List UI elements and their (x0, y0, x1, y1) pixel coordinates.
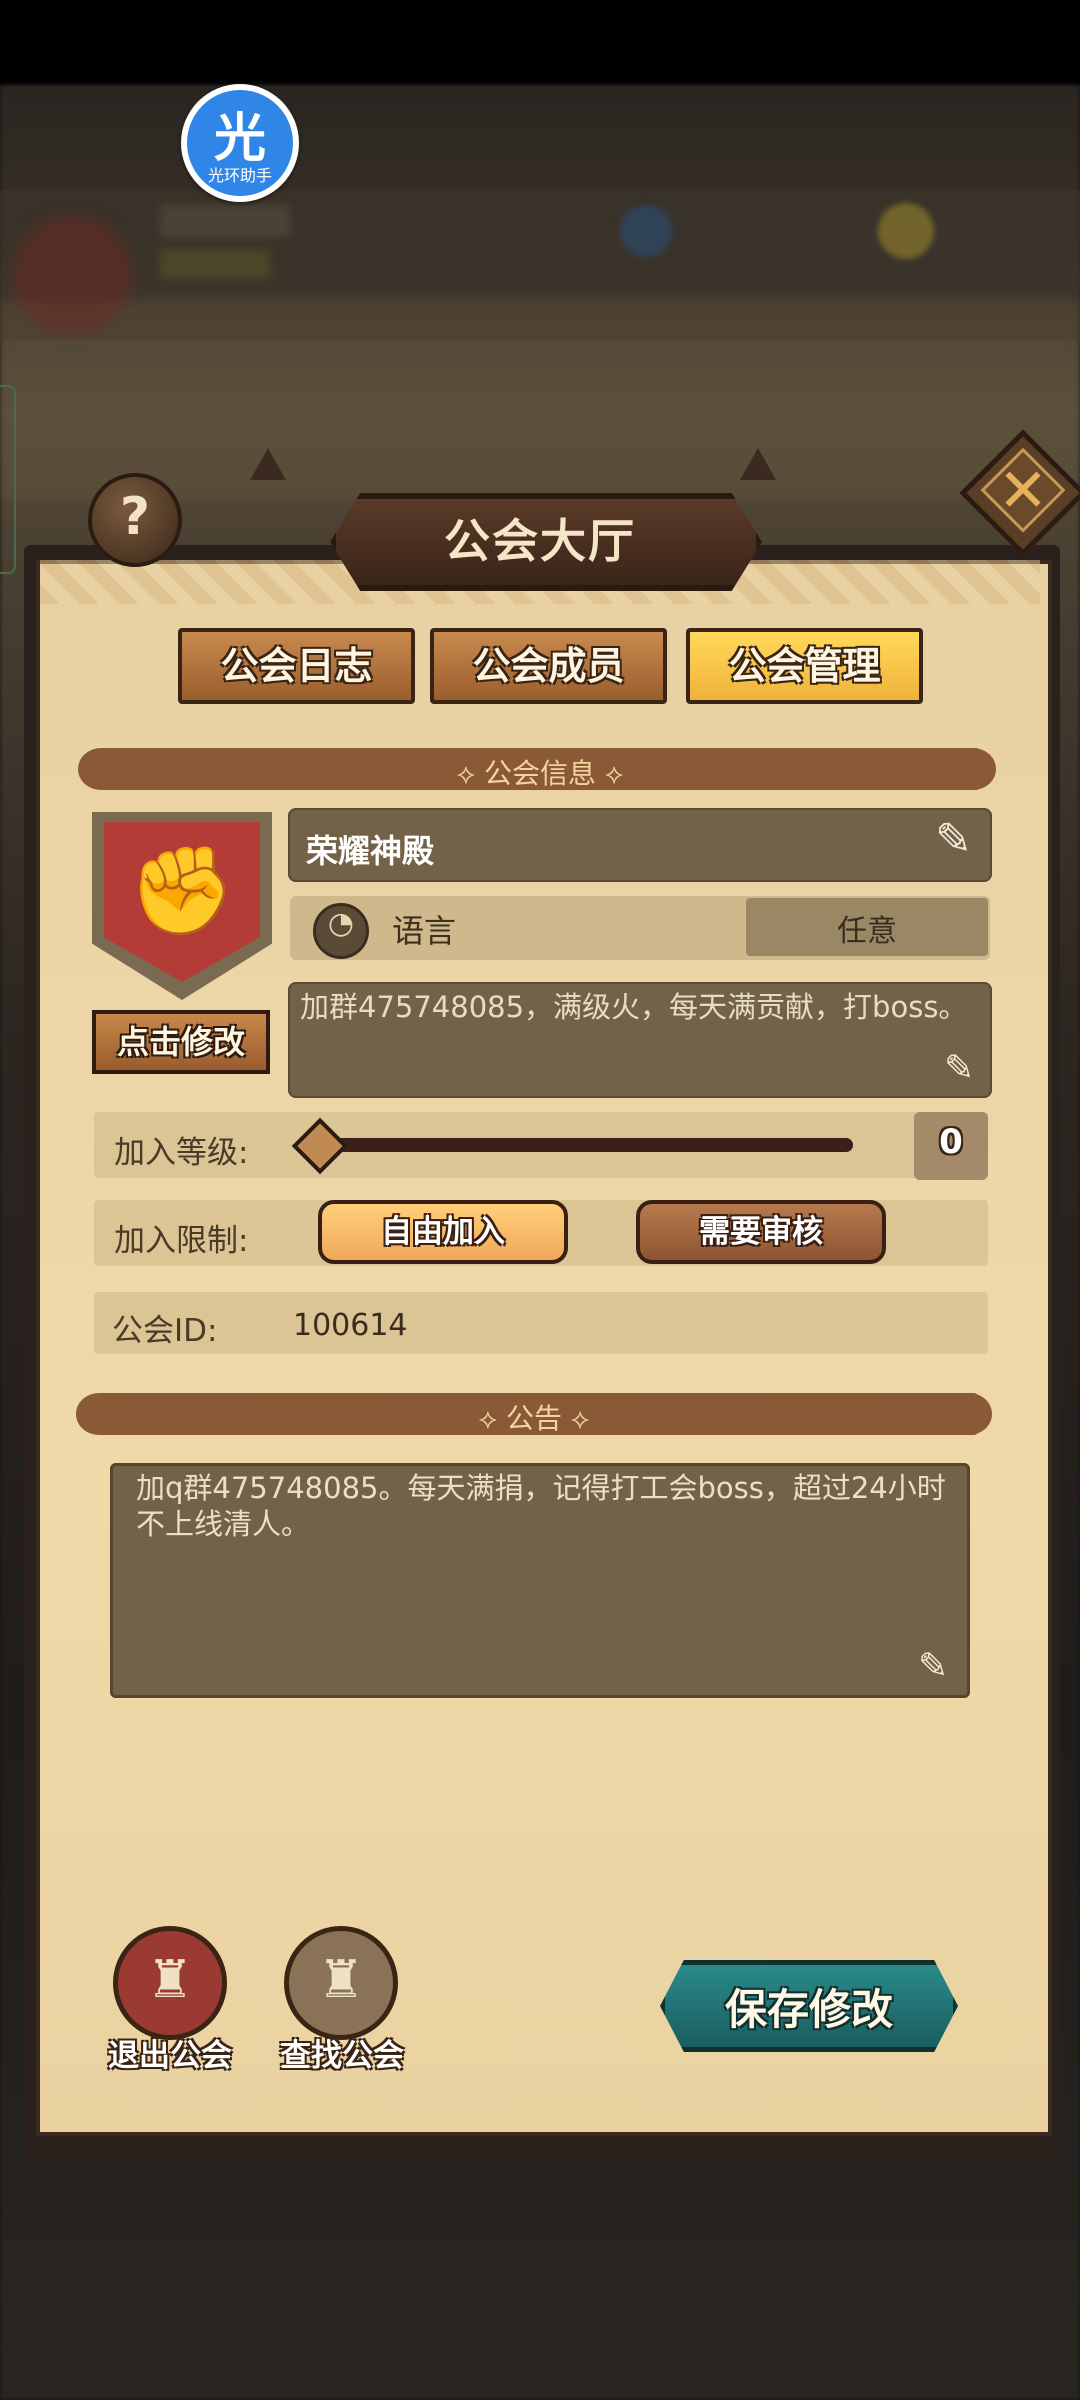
language-value: 任意 (837, 914, 897, 949)
edit-notice-pencil-icon[interactable]: ✎ (918, 1646, 948, 1687)
helper-badge[interactable]: 光 光环助手 (181, 84, 299, 202)
require-approval-label: 需要审核 (699, 1214, 823, 1250)
status-bar (0, 0, 1080, 85)
dialog-title: 公会大厅 (444, 514, 636, 568)
guild-id-value: 100614 (293, 1308, 408, 1343)
diamond-icon: ⟡ (456, 757, 484, 790)
join-limit-label: 加入限制: (114, 1223, 249, 1259)
diamond-icon: ⟡ (478, 1402, 506, 1435)
guild-name: 荣耀神殿 (306, 832, 435, 870)
blurred-player-name (160, 205, 290, 237)
helper-logo-icon: 光 光环助手 (187, 90, 293, 196)
leave-guild-label[interactable]: 退出公会 (80, 2030, 260, 2075)
section-title-notice: ⟡ 公告 ⟡ (334, 1397, 734, 1437)
guild-description: 加群475748085，满级火，每天满贡献，打boss。 (300, 990, 968, 1024)
help-button[interactable]: ? (88, 473, 182, 567)
tab-guild-manage[interactable]: 公会管理 (686, 628, 923, 704)
tab-guild-members[interactable]: 公会成员 (430, 628, 667, 704)
edit-name-pencil-icon[interactable]: ✎ (935, 814, 972, 865)
join-level-label: 加入等级: (114, 1135, 249, 1171)
notice-text: 加q群475748085。每天满捐，记得打工会boss，超过24小时不上线清人。 (136, 1471, 946, 1541)
question-icon: ? (119, 487, 151, 547)
guild-id-label: 公会ID: (112, 1313, 218, 1349)
fist-icon: ✊ (128, 841, 236, 941)
section-title-guild-info: ⟡ 公会信息 ⟡ (340, 752, 740, 792)
blurred-gem-icon (620, 205, 672, 257)
blurred-player-level (160, 250, 270, 278)
helper-label: 光环助手 (207, 166, 272, 185)
section-ornament-right (950, 748, 996, 790)
tab-label: 公会日志 (220, 644, 373, 688)
blurred-avatar (12, 215, 132, 335)
section-title-text: 公告 (505, 1402, 562, 1435)
language-globe-glyph: ◔ (327, 906, 355, 941)
edit-description-pencil-icon[interactable]: ✎ (944, 1048, 974, 1089)
save-changes-label[interactable]: 保存修改 (660, 1976, 958, 2037)
diamond-icon: ⟡ (596, 757, 624, 790)
guild-id-row (94, 1292, 988, 1354)
close-icon[interactable]: ✕ (978, 456, 1068, 526)
free-join-button[interactable]: 自由加入 (318, 1200, 568, 1264)
free-join-label: 自由加入 (381, 1214, 505, 1250)
join-level-slider-track[interactable] (318, 1138, 853, 1152)
require-approval-button[interactable]: 需要审核 (636, 1200, 886, 1264)
edit-emblem-button[interactable]: 点击修改 (92, 1010, 270, 1074)
language-label: 语言 (392, 912, 457, 950)
frame-spike (250, 448, 286, 480)
frame-spike (740, 448, 776, 480)
edit-emblem-label: 点击修改 (116, 1023, 245, 1061)
helper-logo-glyph: 光 (213, 109, 266, 169)
tab-guild-log[interactable]: 公会日志 (178, 628, 415, 704)
diamond-icon: ⟡ (562, 1402, 590, 1435)
tab-label: 公会成员 (472, 644, 625, 688)
tab-label: 公会管理 (728, 644, 881, 688)
join-level-value: 0 (939, 1122, 963, 1162)
side-tab[interactable] (0, 385, 16, 574)
find-guild-label[interactable]: 查找公会 (252, 2030, 432, 2075)
castle-search-icon: ♜ (317, 1950, 365, 2010)
section-ornament-right (946, 1393, 992, 1435)
blurred-coin-icon (878, 203, 934, 259)
section-title-text: 公会信息 (483, 757, 596, 790)
blurred-scene (0, 300, 1080, 500)
castle-exit-icon: ♜ (146, 1950, 194, 2010)
